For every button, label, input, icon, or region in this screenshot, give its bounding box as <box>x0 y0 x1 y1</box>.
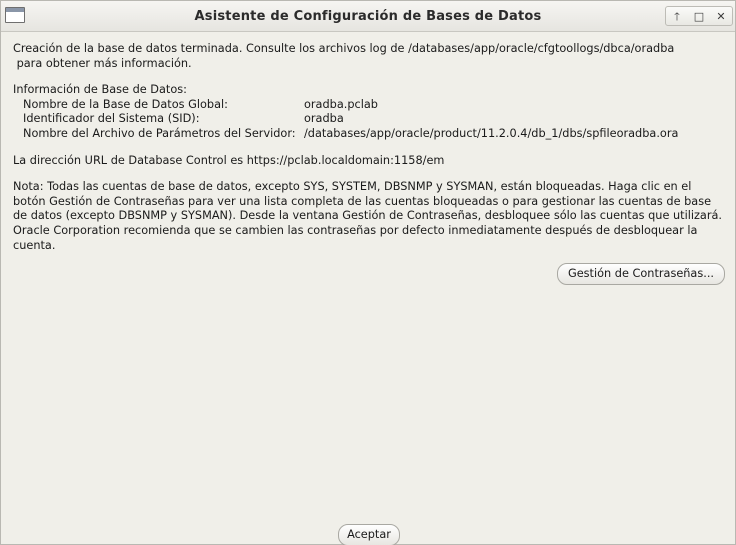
close-icon[interactable]: ✕ <box>712 8 730 24</box>
maximize-icon[interactable]: □ <box>690 8 708 24</box>
db-info-value: /databases/app/oracle/product/11.2.0.4/d… <box>304 126 679 140</box>
completion-message: Creación de la base de datos terminada. … <box>13 42 728 71</box>
db-info-row-spfile: Nombre del Archivo de Parámetros del Ser… <box>13 127 728 142</box>
minimize-icon[interactable]: 🡑 <box>668 8 686 24</box>
db-info-label: Nombre de la Base de Datos Global: <box>23 97 228 111</box>
completion-line-2: para obtener más información. <box>13 56 192 70</box>
db-info-label: Nombre del Archivo de Parámetros del Ser… <box>23 126 296 140</box>
url-line: La dirección URL de Database Control es … <box>13 153 445 167</box>
database-info-heading: Información de Base de Datos: <box>13 83 187 97</box>
title-bar[interactable]: Asistente de Configuración de Bases de D… <box>1 1 735 32</box>
completion-line-1: Creación de la base de datos terminada. … <box>13 42 675 55</box>
dbca-dialog-window: Asistente de Configuración de Bases de D… <box>0 0 736 545</box>
accounts-note: Nota: Todas las cuentas de base de datos… <box>13 180 723 252</box>
password-management-button[interactable]: Gestión de Contraseñas... <box>557 263 725 285</box>
database-info-section: Información de Base de Datos: Nombre de … <box>13 83 728 141</box>
accept-button[interactable]: Aceptar <box>338 524 400 545</box>
db-info-row-global-name: Nombre de la Base de Datos Global: oradb… <box>13 98 728 113</box>
dialog-content: Creación de la base de datos terminada. … <box>13 42 728 253</box>
db-info-value: oradba <box>304 112 344 126</box>
db-info-row-sid: Identificador del Sistema (SID): oradba <box>13 112 728 127</box>
db-info-value: oradba.pclab <box>304 97 378 111</box>
window-title: Asistente de Configuración de Bases de D… <box>194 9 542 24</box>
window-controls: 🡑 □ ✕ <box>665 6 733 26</box>
db-info-label: Identificador del Sistema (SID): <box>23 112 200 126</box>
database-control-url: La dirección URL de Database Control es … <box>13 154 728 169</box>
